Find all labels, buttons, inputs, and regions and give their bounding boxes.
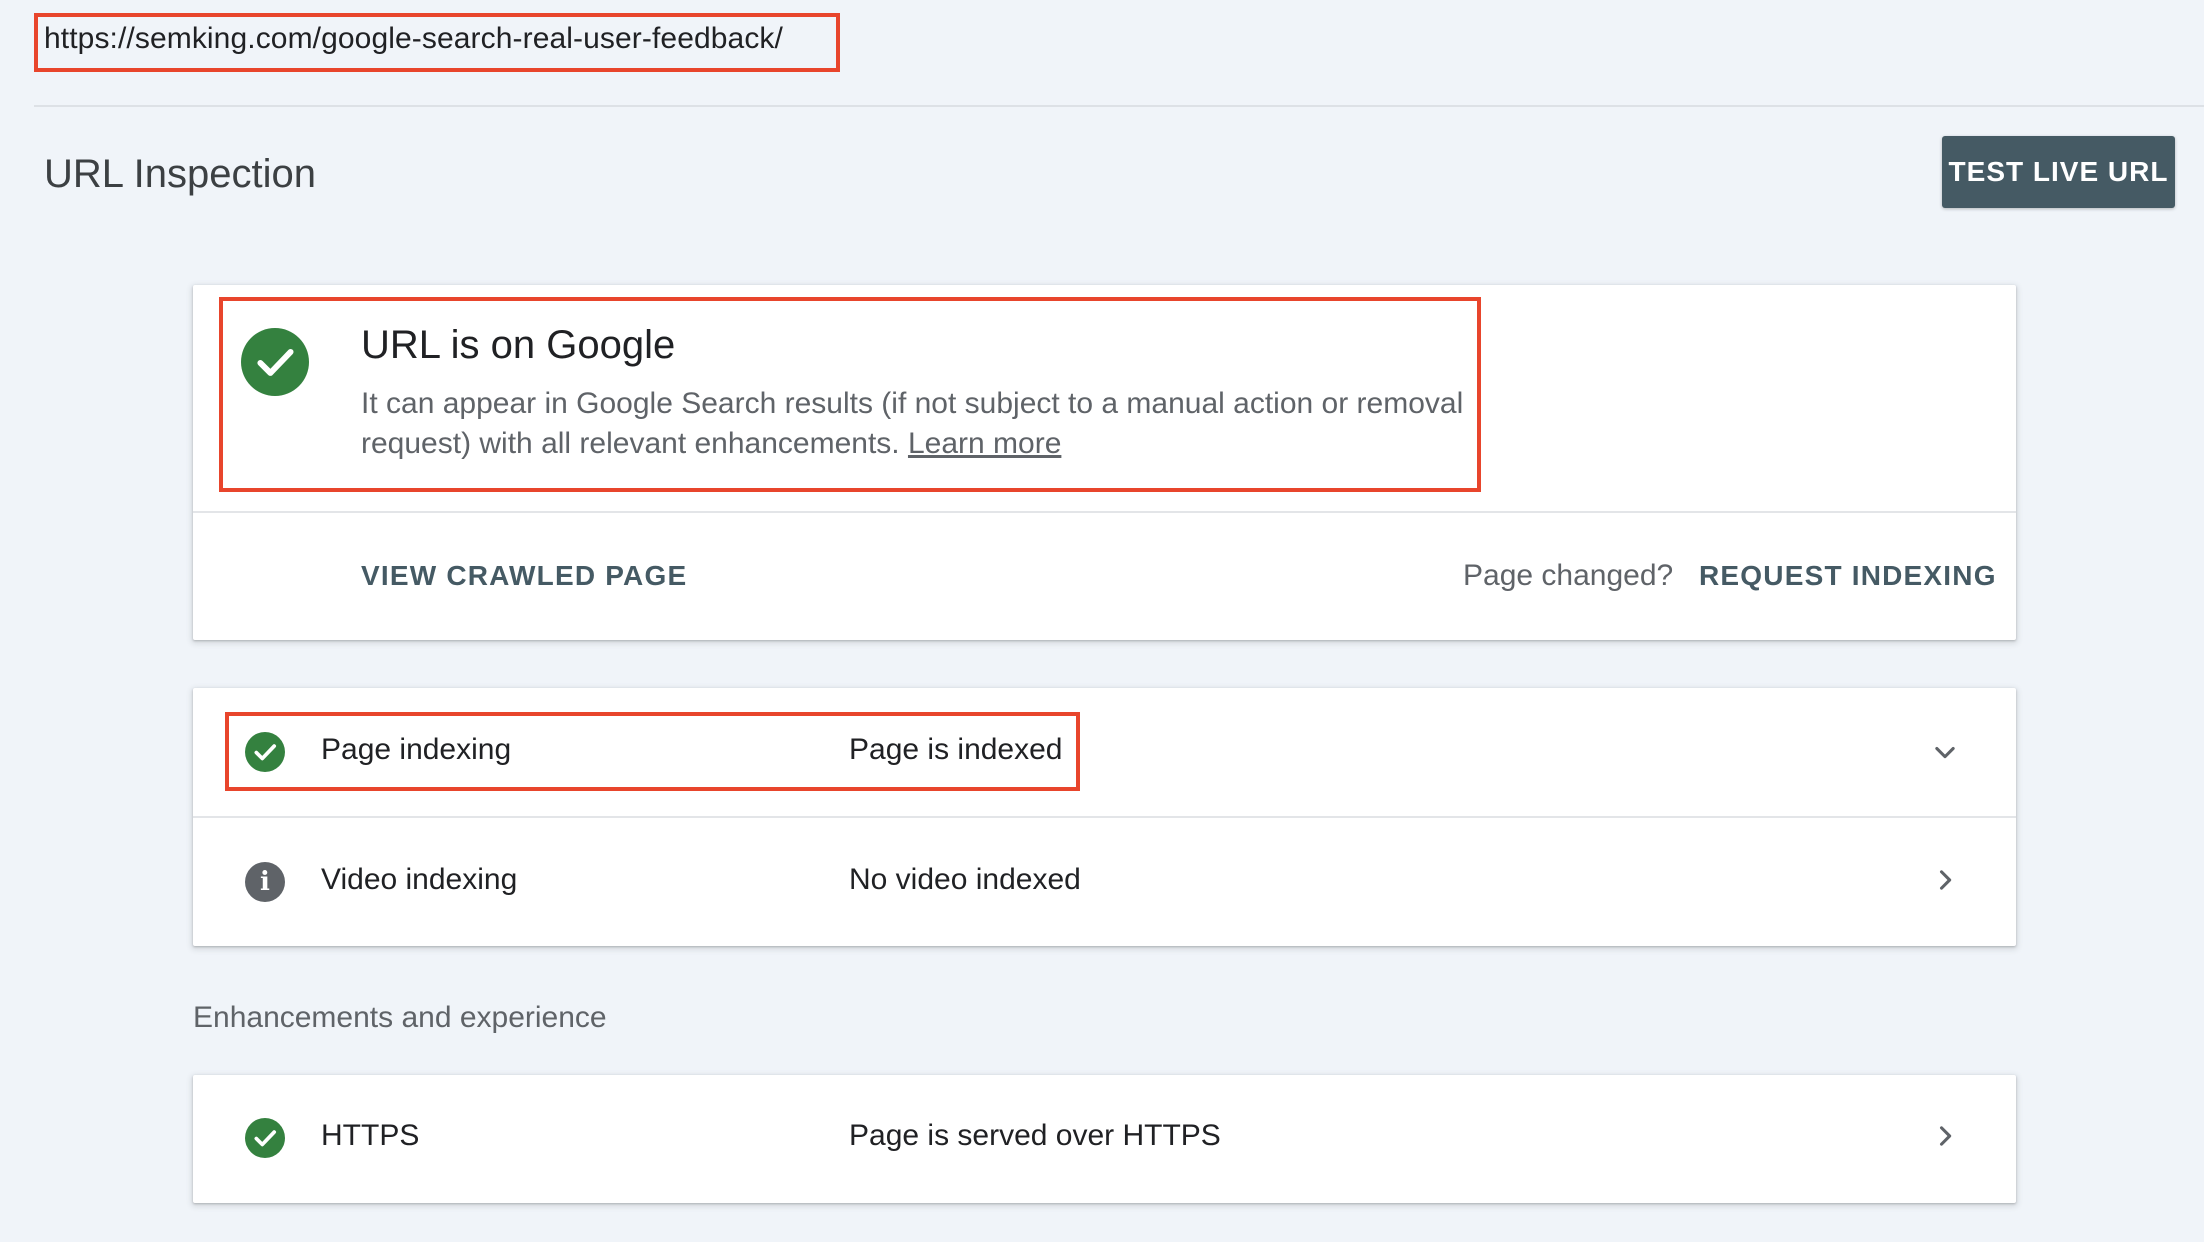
row-value: Page is served over HTTPS [849,1119,1221,1152]
status-card-divider [193,511,2016,513]
section-label-enhancements: Enhancements and experience [193,1001,607,1034]
status-description-line1: It can appear in Google Search results (… [361,387,1464,420]
page-title: URL Inspection [44,152,316,196]
request-indexing-button[interactable]: REQUEST INDEXING [1699,560,1997,592]
status-description: It can appear in Google Search results (… [361,384,1471,464]
indexing-card: Page indexing Page is indexed i Video in… [193,688,2016,946]
row-label: HTTPS [321,1119,420,1152]
enhancements-card: HTTPS Page is served over HTTPS [193,1075,2016,1203]
inspected-url: https://semking.com/google-search-real-u… [44,22,783,55]
view-crawled-page-button[interactable]: VIEW CRAWLED PAGE [361,560,687,592]
test-live-url-button[interactable]: TEST LIVE URL [1942,136,2175,208]
row-https[interactable]: HTTPS Page is served over HTTPS [193,1075,2016,1203]
row-label: Video indexing [321,863,518,896]
check-circle-icon [245,1118,285,1158]
status-description-line2: request) with all relevant enhancements. [361,427,900,460]
row-page-indexing[interactable]: Page indexing Page is indexed [193,688,2016,816]
page-changed-text: Page changed? [1463,559,1674,592]
info-circle-icon: i [245,862,285,902]
row-value: No video indexed [849,863,1081,896]
row-video-indexing[interactable]: i Video indexing No video indexed [193,818,2016,946]
row-label: Page indexing [321,733,512,766]
status-title: URL is on Google [361,323,676,367]
chevron-down-icon[interactable] [1929,736,1961,768]
row-value: Page is indexed [849,733,1063,766]
learn-more-link[interactable]: Learn more [908,427,1061,460]
check-circle-icon [245,732,285,772]
status-card: URL is on Google It can appear in Google… [193,285,2016,640]
check-circle-icon [241,328,309,396]
chevron-right-icon[interactable] [1929,1120,1961,1152]
chevron-right-icon[interactable] [1929,864,1961,896]
top-divider [34,105,2204,107]
